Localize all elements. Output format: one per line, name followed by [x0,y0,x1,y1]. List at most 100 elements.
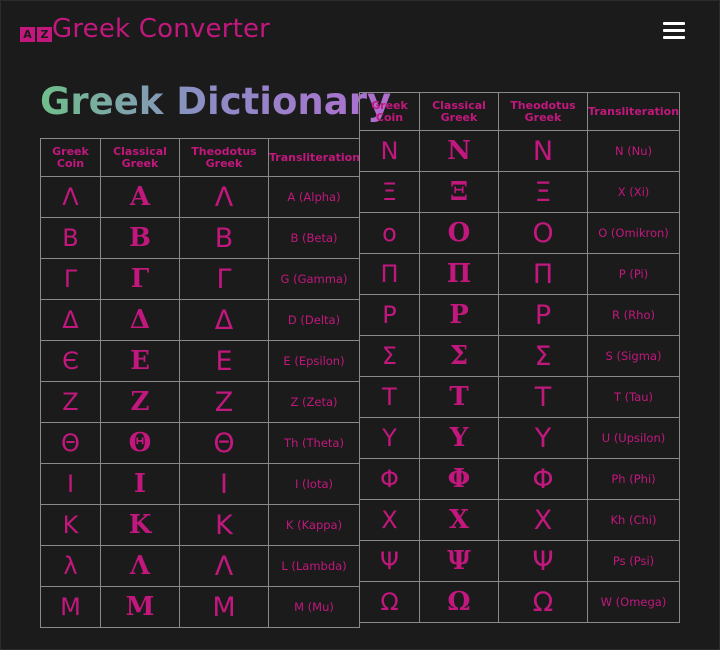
header-classical-greek: Classical Greek [100,138,180,177]
classical-greek-cell: Χ [419,499,499,541]
theodotus-greek-cell: Γ [179,258,269,300]
classical-greek-cell: Δ [100,299,180,341]
greek-coin-cell: Χ [359,499,420,541]
theodotus-greek-cell: Χ [498,499,588,541]
table-row: ΥΥΥU (Upsilon) [359,417,680,459]
transliteration-cell: N (Nu) [587,130,680,172]
header-theodotus-greek: Theodotus Greek [498,92,588,131]
table-body-left: ΛΑΛA (Alpha) Β Β Β B (Beta) Γ Γ Γ G (Gamma) Δ Δ Δ D … [40,176,360,628]
header-theodotus-greek: Theodotus Greek [179,138,269,177]
transliteration-cell: Z (Zeta) [268,381,360,423]
theodotus-greek-cell: Τ [498,376,588,418]
classical-greek-cell: Λ [100,545,180,587]
table-row: ΛΑΛA (Alpha) [40,176,360,218]
classical-greek-cell: Γ [100,258,180,300]
table-row: ΖΖΖZ (Zeta) [40,381,360,423]
greek-coin-cell: λ [40,545,101,587]
header-greek-coin: Greek Coin [40,138,101,177]
greek-coin-cell: Κ [40,504,101,546]
classical-greek-cell: Υ [419,417,499,459]
classical-greek-cell: Μ [100,586,180,628]
classical-greek-cell: Τ [419,376,499,418]
header-classical-greek: Classical Greek [419,92,499,131]
header-transliteration: Transliteration [587,92,680,131]
logo-glyph-latin: A [20,27,35,42]
transliteration-cell: L (Lambda) [268,545,360,587]
table-row: Ψ Ψ Ψ Ps (Psi) [359,540,680,582]
transliteration-cell: O (Omikron) [587,212,680,254]
greek-coin-cell: Γ [40,258,101,300]
transliteration-cell: K (Kappa) [268,504,360,546]
greek-table-right: Greek Coin Classical Greek Theodotus Gre… [359,92,680,623]
transliteration-cell: Th (Theta) [268,422,360,464]
classical-greek-cell: Α [100,176,180,218]
greek-coin-cell: Β [40,217,101,259]
transliteration-cell: T (Tau) [587,376,680,418]
classical-greek-cell: Π [419,253,499,295]
greek-coin-cell: Σ [359,335,420,377]
table-row: ЄΕΕE (Epsilon) [40,340,360,382]
transliteration-cell: Kh (Chi) [587,499,680,541]
classical-greek-cell: Ω [419,581,499,623]
transliteration-cell: Ph (Phi) [587,458,680,500]
table-header-row: Greek Coin Classical Greek Theodotus Gre… [359,92,680,131]
classical-greek-cell: Ι [100,463,180,505]
theodotus-greek-cell: Ζ [179,381,269,423]
theodotus-greek-cell: Λ [179,545,269,587]
greek-coin-cell: Δ [40,299,101,341]
header-transliteration: Transliteration [268,138,360,177]
theodotus-greek-cell: Υ [498,417,588,459]
theodotus-greek-cell: Β [179,217,269,259]
classical-greek-cell: Σ [419,335,499,377]
hamburger-menu-icon[interactable] [663,22,685,40]
table-row: λΛΛL (Lambda) [40,545,360,587]
greek-coin-cell: Ρ [359,294,420,336]
greek-coin-cell: Μ [40,586,101,628]
theodotus-greek-cell: Ρ [498,294,588,336]
theodotus-greek-cell: Σ [498,335,588,377]
greek-coin-cell: Ζ [40,381,101,423]
menu-bar-1 [663,22,685,25]
transliteration-cell: B (Beta) [268,217,360,259]
transliteration-cell: R (Rho) [587,294,680,336]
classical-greek-cell: Ζ [100,381,180,423]
app-title[interactable]: Greek Converter [52,14,270,44]
classical-greek-cell: Θ [100,422,180,464]
menu-bar-3 [663,36,685,39]
classical-greek-cell: Ν [419,130,499,172]
theodotus-greek-cell: Π [498,253,588,295]
table-row: ΤΤΤT (Tau) [359,376,680,418]
classical-greek-cell: Ε [100,340,180,382]
theodotus-greek-cell: Λ [179,176,269,218]
theodotus-greek-cell: Ι [179,463,269,505]
classical-greek-cell: Β [100,217,180,259]
greek-coin-cell: Θ [40,422,101,464]
table-row: Θ Θ Θ Th (Theta) [40,422,360,464]
app-header: A Ζ Greek Converter [0,0,720,62]
table-body-right: ΝΝΝN (Nu) Ξ Ξ Ξ X (Xi) ο Ο Ο O (Omikron) Π Π Π P (Pi… [359,130,680,623]
table-row: οΟΟO (Omikron) [359,212,680,254]
theodotus-greek-cell: Ω [498,581,588,623]
greek-coin-cell: Υ [359,417,420,459]
greek-coin-cell: Є [40,340,101,382]
greek-coin-cell: Ω [359,581,420,623]
classical-greek-cell: Ο [419,212,499,254]
app-logo-icon: A Ζ [20,27,52,42]
classical-greek-cell: Ψ [419,540,499,582]
greek-coin-cell: Λ [40,176,101,218]
transliteration-cell: S (Sigma) [587,335,680,377]
table-row: Χ Χ Χ Kh (Chi) [359,499,680,541]
greek-coin-cell: Ι [40,463,101,505]
theodotus-greek-cell: Δ [179,299,269,341]
theodotus-greek-cell: Ξ [498,171,588,213]
table-row: ΓΓΓG (Gamma) [40,258,360,300]
transliteration-cell: D (Delta) [268,299,360,341]
transliteration-cell: P (Pi) [587,253,680,295]
transliteration-cell: A (Alpha) [268,176,360,218]
logo-glyph-greek: Ζ [37,27,52,42]
transliteration-cell: M (Mu) [268,586,360,628]
theodotus-greek-cell: Μ [179,586,269,628]
greek-coin-cell: Ψ [359,540,420,582]
greek-coin-cell: Τ [359,376,420,418]
greek-coin-cell: Ξ [359,171,420,213]
